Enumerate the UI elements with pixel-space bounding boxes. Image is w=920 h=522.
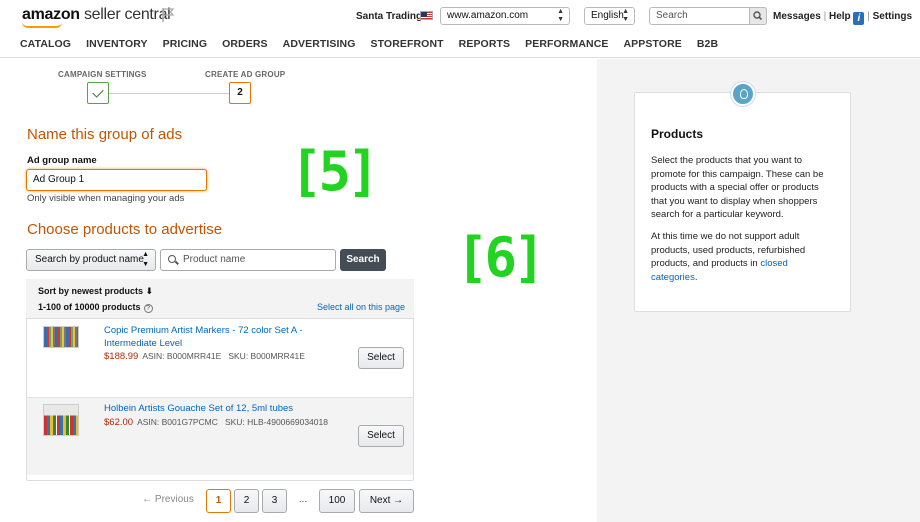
header-search-button[interactable] (749, 7, 767, 25)
next-page-button[interactable]: Next → (359, 489, 414, 513)
lightbulb-icon (731, 82, 755, 106)
help-card-paragraph-1: Select the products that you want to pro… (651, 155, 824, 221)
logo-product: seller central (83, 6, 171, 23)
nav-appstore[interactable]: APPSTORE (623, 38, 681, 50)
product-meta: $188.99 ASIN: B000MRR41E SKU: B000MRR41E (104, 351, 305, 362)
separator: | (867, 11, 870, 22)
result-count-text: 1-100 of 10000 products (38, 302, 141, 312)
search-by-value: Search by product name (35, 254, 144, 265)
help-card-paragraph-2: At this time we do not support adult pro… (651, 230, 836, 284)
product-thumbnail (43, 326, 79, 348)
nav-b2b[interactable]: B2B (697, 38, 718, 50)
step-connector (109, 93, 229, 94)
step-campaign-settings-label: CAMPAIGN SETTINGS (58, 70, 147, 79)
page-2-button[interactable]: 2 (234, 489, 259, 513)
step-create-ad-group-label: CREATE AD GROUP (205, 70, 286, 79)
settings-link[interactable]: Settings (873, 11, 912, 22)
main-nav: CATALOG INVENTORY PRICING ORDERS ADVERTI… (20, 38, 733, 50)
ad-group-hint: Only visible when managing your ads (27, 193, 185, 204)
ad-group-name-label: Ad group name (27, 155, 97, 166)
flag-icon[interactable] (160, 7, 176, 23)
messages-link[interactable]: Messages (773, 11, 821, 22)
search-by-select[interactable]: Search by product name ▲ ▼ (26, 249, 156, 271)
page-1-button[interactable]: 1 (206, 489, 231, 513)
language-value: English (591, 10, 624, 21)
nav-inventory[interactable]: INVENTORY (86, 38, 148, 50)
product-sku: SKU: HLB-4900669034018 (224, 417, 328, 427)
info-icon[interactable]: i (853, 12, 865, 25)
search-icon (168, 255, 176, 263)
help-card-period: . (694, 271, 698, 283)
help-card-title: Products (651, 127, 704, 141)
marketplace-value: www.amazon.com (447, 10, 529, 21)
nav-reports[interactable]: REPORTS (459, 38, 510, 50)
choose-products-heading: Choose products to advertise (27, 221, 223, 238)
header-search-placeholder: Search (656, 10, 688, 21)
us-flag-icon (420, 11, 433, 20)
page-3-button[interactable]: 3 (262, 489, 287, 513)
product-asin: ASIN: B001G7PCMC (137, 417, 218, 427)
marketplace-select[interactable]: www.amazon.com ▲ ▼ (440, 7, 570, 25)
logo-smile-icon (22, 22, 62, 28)
ad-group-name-input[interactable]: Ad Group 1 (26, 169, 207, 191)
step-1-checkmark-icon[interactable] (87, 82, 109, 104)
select-arrows-icon: ▲ ▼ (622, 8, 629, 23)
sort-label: Sort by newest products (38, 286, 144, 296)
annotation-label-6: [6] (456, 226, 546, 289)
product-results-header (26, 279, 414, 319)
product-sku: SKU: B000MRR41E (228, 351, 305, 361)
select-arrows-icon: ▲ ▼ (557, 8, 564, 23)
nav-performance[interactable]: PERFORMANCE (525, 38, 608, 50)
separator: | (823, 11, 827, 22)
result-count: 1-100 of 10000 products? (38, 302, 153, 313)
select-product-button[interactable]: Select (358, 425, 404, 447)
ad-group-heading: Name this group of ads (27, 126, 183, 143)
page-100-button[interactable]: 100 (319, 489, 355, 513)
previous-page-button[interactable]: ← Previous (140, 489, 196, 513)
product-name-link[interactable]: Holbein Artists Gouache Set of 12, 5ml t… (104, 402, 304, 415)
language-select[interactable]: English ▲ ▼ (584, 7, 635, 25)
product-meta: $62.00 ASIN: B001G7PCMC SKU: HLB-49006690… (104, 417, 328, 428)
search-icon (753, 11, 763, 21)
store-name: Santa Trading (356, 11, 423, 22)
step-2-box: 2 (229, 82, 251, 104)
top-links: Messages | Help i | Settings (773, 11, 912, 25)
pagination-ellipsis: ... (298, 494, 308, 505)
select-product-button[interactable]: Select (358, 347, 404, 369)
sort-arrow-icon: ⬇ (145, 286, 154, 296)
product-price: $188.99 (104, 351, 139, 362)
nav-orders[interactable]: ORDERS (222, 38, 268, 50)
nav-advertising[interactable]: ADVERTISING (283, 38, 356, 50)
select-arrows-icon: ▲ ▼ (142, 251, 149, 268)
product-thumbnail (43, 404, 79, 436)
select-all-link[interactable]: Select all on this page (317, 302, 405, 312)
product-asin: ASIN: B000MRR41E (142, 351, 222, 361)
nav-catalog[interactable]: CATALOG (20, 38, 71, 50)
logo-brand: amazon (22, 6, 80, 23)
product-price: $62.00 (104, 417, 134, 428)
product-search-input[interactable]: Product name (160, 249, 336, 271)
sort-dropdown[interactable]: Sort by newest products ⬇ (38, 286, 153, 297)
nav-pricing[interactable]: PRICING (163, 38, 207, 50)
product-name-link[interactable]: Copic Premium Artist Markers - 72 color … (104, 324, 304, 350)
help-question-icon[interactable]: ? (143, 304, 153, 313)
annotation-label-5: [5] (290, 140, 380, 203)
product-search-button[interactable]: Search (340, 249, 386, 271)
help-link[interactable]: Help (829, 11, 851, 22)
nav-storefront[interactable]: STOREFRONT (371, 38, 444, 50)
